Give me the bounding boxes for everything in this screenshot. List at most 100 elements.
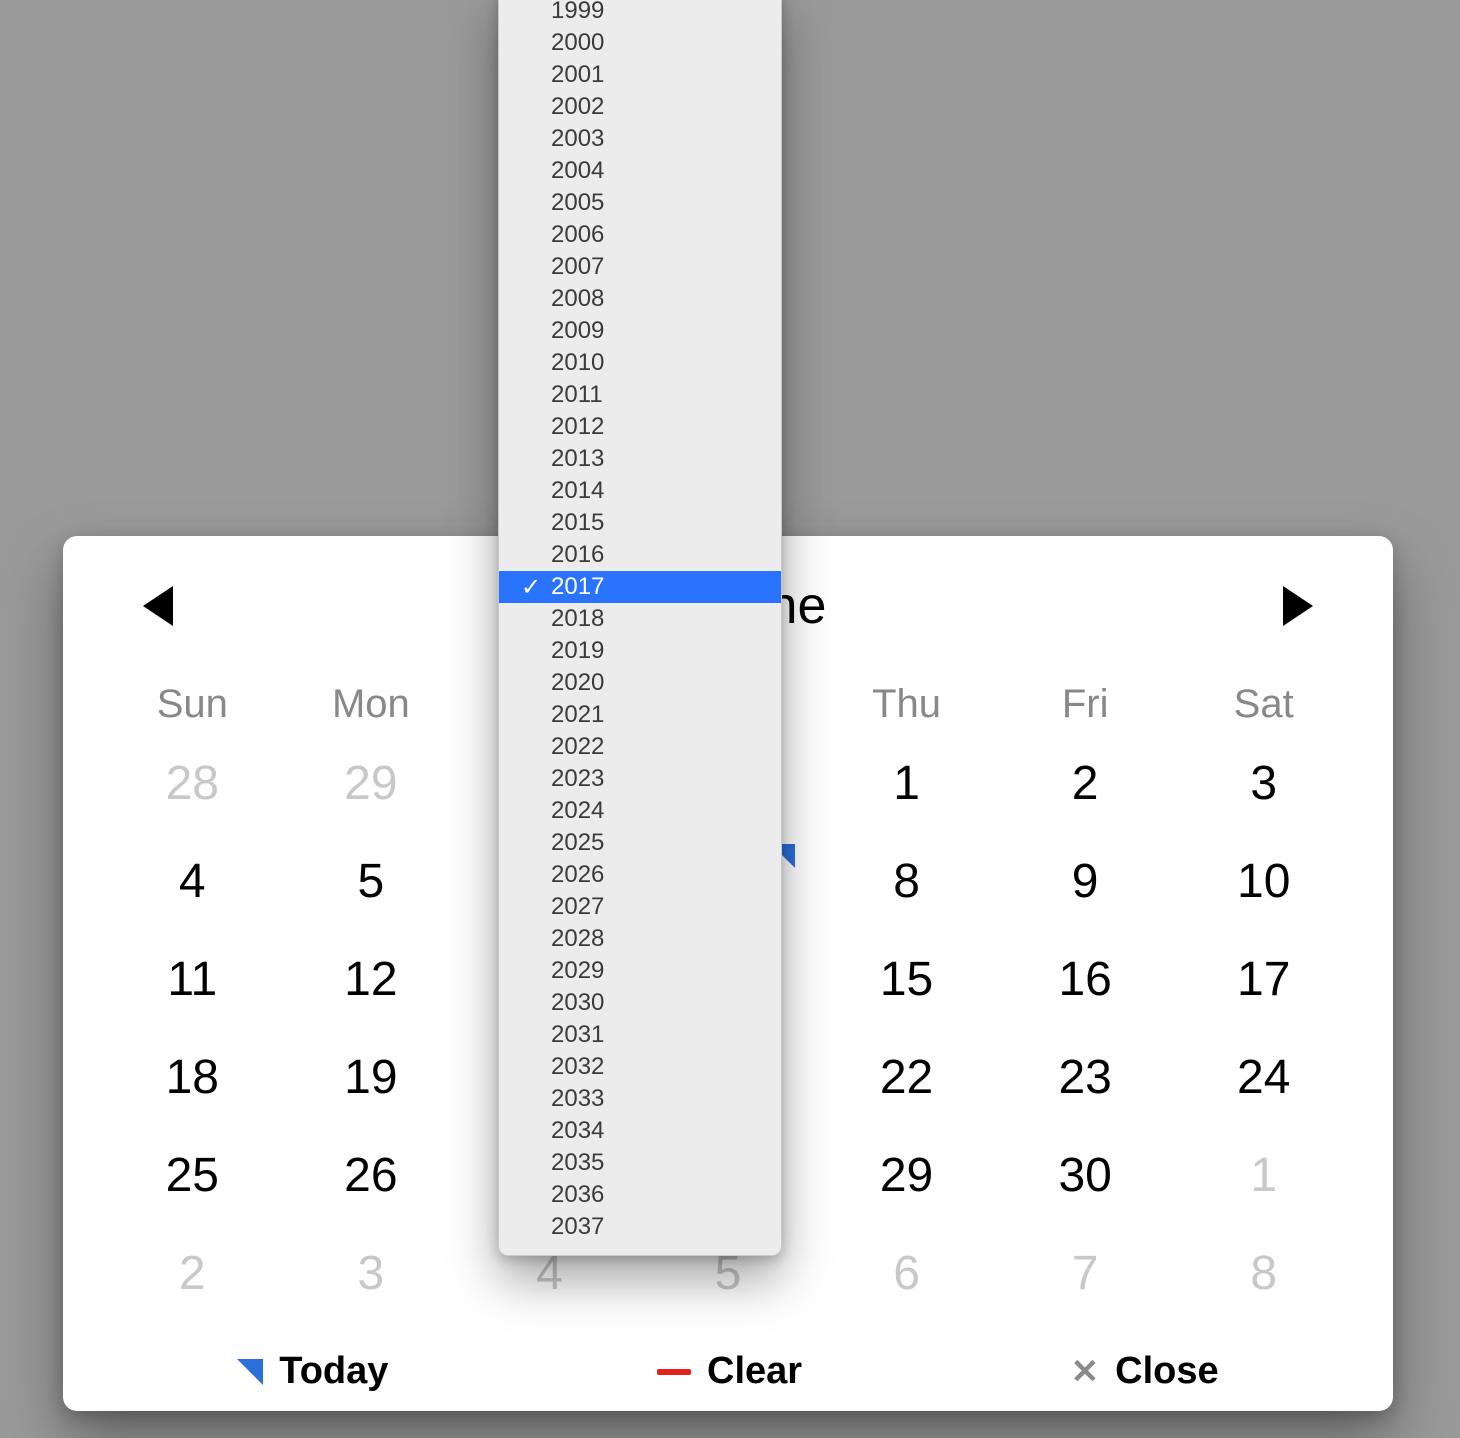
year-option-label: 2022 xyxy=(551,733,604,761)
year-option[interactable]: ✓2030 xyxy=(499,987,781,1019)
year-option[interactable]: ✓2000 xyxy=(499,27,781,59)
year-option[interactable]: ✓2001 xyxy=(499,59,781,91)
year-option[interactable]: ✓2034 xyxy=(499,1115,781,1147)
day-cell[interactable]: 2 xyxy=(103,1246,282,1301)
day-cell[interactable]: 25 xyxy=(103,1148,282,1203)
year-option[interactable]: ✓2004 xyxy=(499,155,781,187)
day-number: 18 xyxy=(166,1050,219,1105)
day-number: 12 xyxy=(344,952,397,1007)
day-cell[interactable]: 3 xyxy=(282,1246,461,1301)
day-cell[interactable]: 26 xyxy=(282,1148,461,1203)
year-option-label: 2021 xyxy=(551,701,604,729)
year-option[interactable]: ✓2026 xyxy=(499,859,781,891)
year-option[interactable]: ✓1999 xyxy=(499,0,781,27)
year-option[interactable]: ✓2027 xyxy=(499,891,781,923)
day-number: 28 xyxy=(166,756,219,811)
year-option[interactable]: ✓2006 xyxy=(499,219,781,251)
year-option-label: 2011 xyxy=(551,381,603,409)
day-cell[interactable]: 22 xyxy=(817,1050,996,1105)
year-option[interactable]: ✓2002 xyxy=(499,91,781,123)
year-option-label: 2014 xyxy=(551,477,604,505)
year-option[interactable]: ✓2035 xyxy=(499,1147,781,1179)
minus-icon xyxy=(657,1369,691,1375)
year-option[interactable]: ✓2028 xyxy=(499,923,781,955)
year-option-label: 2018 xyxy=(551,605,604,633)
close-button[interactable]: ✕ Close xyxy=(1071,1350,1219,1393)
day-cell[interactable]: 8 xyxy=(817,854,996,909)
day-cell[interactable]: 17 xyxy=(1174,952,1353,1007)
day-cell[interactable]: 28 xyxy=(103,756,282,811)
year-option-label: 2026 xyxy=(551,861,604,889)
year-option[interactable]: ✓2019 xyxy=(499,635,781,667)
day-number: 10 xyxy=(1237,854,1290,909)
year-option[interactable]: ✓2023 xyxy=(499,763,781,795)
day-cell[interactable]: 18 xyxy=(103,1050,282,1105)
day-cell[interactable]: 24 xyxy=(1174,1050,1353,1105)
day-number: 3 xyxy=(358,1246,385,1301)
year-option[interactable]: ✓2024 xyxy=(499,795,781,827)
year-option[interactable]: ✓2037 xyxy=(499,1211,781,1243)
year-option[interactable]: ✓2020 xyxy=(499,667,781,699)
year-option[interactable]: ✓2029 xyxy=(499,955,781,987)
year-option[interactable]: ✓2005 xyxy=(499,187,781,219)
day-cell[interactable]: 30 xyxy=(996,1148,1175,1203)
day-cell[interactable]: 4 xyxy=(103,854,282,909)
year-option[interactable]: ✓2007 xyxy=(499,251,781,283)
day-number: 26 xyxy=(344,1148,397,1203)
year-option-label: 2036 xyxy=(551,1181,604,1209)
day-cell[interactable]: 29 xyxy=(282,756,461,811)
day-cell[interactable]: 9 xyxy=(996,854,1175,909)
day-cell[interactable]: 15 xyxy=(817,952,996,1007)
day-cell[interactable]: 23 xyxy=(996,1050,1175,1105)
year-option[interactable]: ✓2033 xyxy=(499,1083,781,1115)
year-option[interactable]: ✓2003 xyxy=(499,123,781,155)
year-option-label: 2012 xyxy=(551,413,604,441)
day-cell[interactable]: 29 xyxy=(817,1148,996,1203)
year-option-label: 2007 xyxy=(551,253,604,281)
year-option[interactable]: ✓2031 xyxy=(499,1019,781,1051)
year-option[interactable]: ✓2012 xyxy=(499,411,781,443)
day-cell[interactable]: 3 xyxy=(1174,756,1353,811)
year-option[interactable]: ✓2021 xyxy=(499,699,781,731)
prev-month-button[interactable] xyxy=(143,586,173,626)
year-option[interactable]: ✓2009 xyxy=(499,315,781,347)
day-cell[interactable]: 1 xyxy=(817,756,996,811)
day-number: 1 xyxy=(893,756,920,811)
year-option[interactable]: ✓2011 xyxy=(499,379,781,411)
day-cell[interactable]: 19 xyxy=(282,1050,461,1105)
year-option-label: 2001 xyxy=(551,61,604,89)
day-cell[interactable]: 6 xyxy=(817,1246,996,1301)
year-option[interactable]: ✓2008 xyxy=(499,283,781,315)
year-option-label: 2035 xyxy=(551,1149,604,1177)
year-option[interactable]: ✓2022 xyxy=(499,731,781,763)
day-number: 4 xyxy=(179,854,206,909)
year-option[interactable]: ✓2014 xyxy=(499,475,781,507)
year-option[interactable]: ✓2017 xyxy=(499,571,781,603)
day-cell[interactable]: 1 xyxy=(1174,1148,1353,1203)
day-cell[interactable]: 5 xyxy=(282,854,461,909)
day-cell[interactable]: 7 xyxy=(996,1246,1175,1301)
year-option[interactable]: ✓2013 xyxy=(499,443,781,475)
today-button[interactable]: Today xyxy=(237,1350,388,1393)
year-option[interactable]: ✓2032 xyxy=(499,1051,781,1083)
year-option[interactable]: ✓2036 xyxy=(499,1179,781,1211)
year-dropdown-list[interactable]: ✓1999✓2000✓2001✓2002✓2003✓2004✓2005✓2006… xyxy=(498,0,782,1256)
today-marker-icon xyxy=(237,1359,263,1385)
year-option[interactable]: ✓2015 xyxy=(499,507,781,539)
day-number: 19 xyxy=(344,1050,397,1105)
day-number: 9 xyxy=(1072,854,1099,909)
year-option[interactable]: ✓2025 xyxy=(499,827,781,859)
next-month-button[interactable] xyxy=(1283,586,1313,626)
year-option[interactable]: ✓2016 xyxy=(499,539,781,571)
year-option[interactable]: ✓2010 xyxy=(499,347,781,379)
day-cell[interactable]: 12 xyxy=(282,952,461,1007)
day-cell[interactable]: 8 xyxy=(1174,1246,1353,1301)
year-option-label: 2029 xyxy=(551,957,604,985)
day-cell[interactable]: 16 xyxy=(996,952,1175,1007)
day-cell[interactable]: 2 xyxy=(996,756,1175,811)
year-option-label: 2013 xyxy=(551,445,604,473)
year-option[interactable]: ✓2018 xyxy=(499,603,781,635)
clear-button[interactable]: Clear xyxy=(657,1350,802,1393)
day-cell[interactable]: 10 xyxy=(1174,854,1353,909)
day-cell[interactable]: 11 xyxy=(103,952,282,1007)
